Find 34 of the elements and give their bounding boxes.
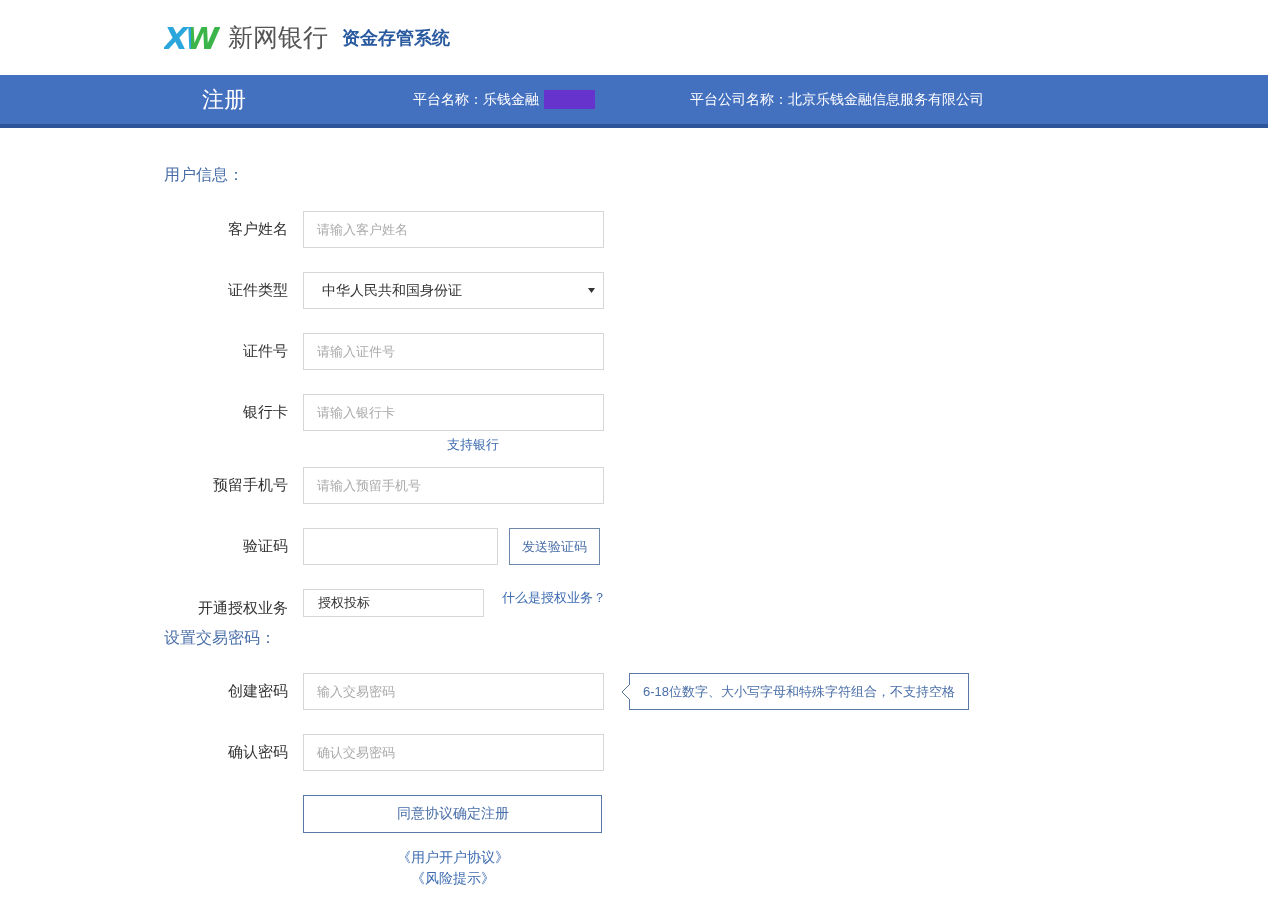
pointer-icon xyxy=(621,683,630,700)
help-link[interactable]: 支持银行 xyxy=(447,436,499,454)
send-code-button[interactable]: 发送验证码 xyxy=(509,528,600,565)
field-label: 证件号 xyxy=(242,342,288,361)
field-label: 证件类型 xyxy=(227,281,288,300)
input-field[interactable]: 请输入预留手机号 xyxy=(303,467,604,504)
company-name: 平台公司名称：北京乐钱金融信息服务有限公司 xyxy=(690,90,984,109)
agreement-link[interactable]: 《风险提示》 xyxy=(410,870,495,888)
password-hint: 6-18位数字、大小写字母和特殊字符组合，不支持空格 xyxy=(629,673,970,710)
page-title: 注册 xyxy=(202,85,247,114)
submit-button[interactable]: 同意协议确定注册 xyxy=(303,795,602,833)
section-heading: 设置交易密码： xyxy=(164,628,277,648)
agreement-link[interactable]: 《用户开户协议》 xyxy=(396,849,509,867)
value-field: 授权投标 xyxy=(303,589,484,617)
field-label: 创建密码 xyxy=(227,682,288,701)
password-field[interactable]: 确认交易密码 xyxy=(303,734,604,771)
field-label: 验证码 xyxy=(242,537,288,556)
bank-name: 新网银行 xyxy=(228,22,329,53)
field-label: 客户姓名 xyxy=(227,220,288,239)
system-name: 资金存管系统 xyxy=(342,26,451,50)
input-field[interactable]: 请输入客户姓名 xyxy=(303,211,604,248)
input-field[interactable]: 请输入证件号 xyxy=(303,333,604,370)
input-field[interactable]: 请输入银行卡 xyxy=(303,394,604,431)
select-field[interactable]: 中华人民共和国身份证 xyxy=(303,272,604,309)
password-field[interactable]: 输入交易密码 xyxy=(303,673,604,710)
section-heading: 用户信息： xyxy=(164,165,245,185)
caret-icon xyxy=(588,288,595,293)
field-label: 开通授权业务 xyxy=(197,599,288,618)
help-link[interactable]: 什么是授权业务？ xyxy=(502,589,606,607)
field-label: 银行卡 xyxy=(242,403,288,422)
field-label: 预留手机号 xyxy=(212,476,288,495)
field-label: 确认密码 xyxy=(227,743,288,762)
input-field[interactable] xyxy=(303,528,498,565)
platform-name: 平台名称：乐钱金融 xyxy=(413,90,539,109)
